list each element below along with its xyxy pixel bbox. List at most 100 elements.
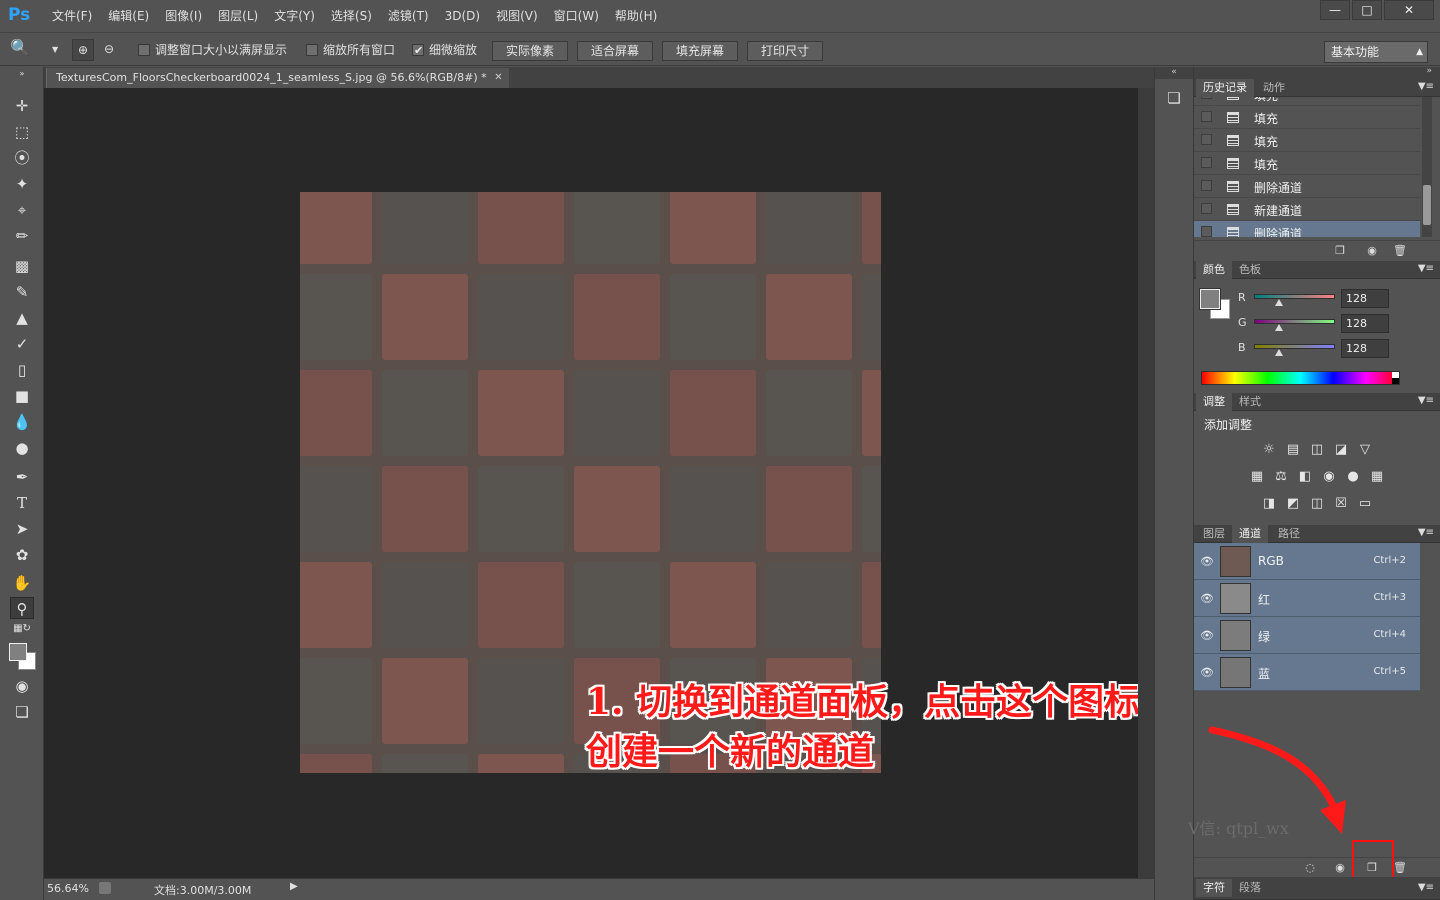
fit-screen-button[interactable]: 适合屏幕	[577, 41, 653, 61]
history-brush-tool-icon[interactable]: ✓	[10, 333, 34, 355]
list-item[interactable]: 删除通道	[1194, 175, 1420, 198]
lasso-tool-icon[interactable]: ⦿	[10, 147, 34, 169]
history-snapshot-checkbox[interactable]	[1201, 134, 1212, 145]
history-snapshot-checkbox[interactable]	[1201, 111, 1212, 122]
maximize-icon[interactable]: □	[1352, 0, 1382, 20]
close-tab-icon[interactable]: ✕	[494, 68, 502, 88]
black-white-icon[interactable]: ◧	[1297, 468, 1314, 485]
vertical-scrollbar[interactable]	[1138, 88, 1154, 878]
dock-expand-icon[interactable]: «	[1155, 67, 1193, 79]
visibility-eye-icon[interactable]: 👁	[1200, 592, 1214, 605]
list-item[interactable]: 删除通道	[1194, 221, 1420, 237]
tab-layers[interactable]: 图层	[1196, 525, 1232, 543]
channel-row-blue[interactable]: 👁 蓝 Ctrl+5	[1194, 654, 1420, 691]
threshold-icon[interactable]: ◫	[1309, 495, 1326, 512]
history-snapshot-checkbox[interactable]	[1201, 97, 1212, 99]
camera-snapshot-icon[interactable]: ◉	[1364, 244, 1380, 258]
visibility-eye-icon[interactable]: 👁	[1200, 555, 1214, 568]
menu-3d[interactable]: 3D(D)	[437, 0, 488, 32]
list-item[interactable]: 新建通道	[1194, 198, 1420, 221]
panel-menu-icon[interactable]: ▼≡	[1418, 882, 1434, 893]
panel-menu-icon[interactable]: ▼≡	[1418, 527, 1434, 538]
list-item[interactable]: 填充	[1194, 97, 1420, 106]
visibility-eye-icon[interactable]: 👁	[1200, 666, 1214, 679]
green-track[interactable]	[1254, 319, 1335, 324]
trash-icon[interactable]: 🗑	[1392, 244, 1408, 258]
menu-layer[interactable]: 图层(L)	[210, 0, 266, 32]
blue-value-field[interactable]: 128	[1341, 339, 1389, 358]
zoom-all-check[interactable]	[306, 44, 318, 56]
menu-file[interactable]: 文件(F)	[44, 0, 100, 32]
menu-filter[interactable]: 滤镜(T)	[380, 0, 437, 32]
blue-slider[interactable]: B 128	[1238, 339, 1434, 359]
vibrance-icon[interactable]: ▽	[1357, 441, 1374, 458]
status-menu-arrow-icon[interactable]: ▶	[290, 881, 298, 892]
tool-preset-dropdown-icon[interactable]: ▼	[52, 40, 58, 60]
panel-menu-icon[interactable]: ▼≡	[1418, 81, 1434, 92]
quick-mask-icon[interactable]: ◉	[10, 675, 34, 697]
scrubby-zoom-check[interactable]	[412, 41, 424, 61]
menu-image[interactable]: 图像(I)	[157, 0, 210, 32]
tab-channels[interactable]: 通道	[1232, 525, 1268, 543]
selective-color-icon[interactable]: ☒	[1333, 495, 1350, 512]
blur-tool-icon[interactable]: 💧	[10, 411, 34, 433]
clone-stamp-tool-icon[interactable]: ▲	[10, 307, 34, 329]
new-document-from-state-icon[interactable]: ❐	[1332, 244, 1348, 258]
marquee-tool-icon[interactable]: ⬚	[10, 121, 34, 143]
green-value-field[interactable]: 128	[1341, 314, 1389, 333]
channel-row-rgb[interactable]: 👁 RGB Ctrl+2	[1194, 543, 1420, 580]
screen-mode-icon[interactable]: ❏	[10, 701, 34, 723]
red-thumb[interactable]	[1275, 299, 1283, 306]
healing-brush-tool-icon[interactable]: ▩	[10, 255, 34, 277]
3d-panel-icon[interactable]: ❏	[1163, 89, 1185, 111]
actual-pixels-button[interactable]: 实际像素	[492, 41, 568, 61]
menu-edit[interactable]: 编辑(E)	[100, 0, 157, 32]
zoom-out-icon[interactable]: ⊖	[98, 39, 120, 61]
channel-row-green[interactable]: 👁 绿 Ctrl+4	[1194, 617, 1420, 654]
menu-type[interactable]: 文字(Y)	[266, 0, 323, 32]
list-item[interactable]: 填充	[1194, 106, 1420, 129]
history-scrollbar[interactable]	[1422, 97, 1432, 237]
brush-tool-icon[interactable]: ✎	[10, 281, 34, 303]
menu-view[interactable]: 视图(V)	[488, 0, 546, 32]
green-thumb[interactable]	[1275, 324, 1283, 331]
posterize-icon[interactable]: ◩	[1285, 495, 1302, 512]
foreground-color-swatch[interactable]	[1199, 288, 1221, 310]
history-scroll-thumb[interactable]	[1423, 185, 1431, 225]
red-value-field[interactable]: 128	[1341, 289, 1389, 308]
resize-windows-checkbox[interactable]: 调整窗口大小以满屏显示	[138, 40, 287, 60]
close-icon[interactable]: ✕	[1384, 0, 1434, 20]
panel-menu-icon[interactable]: ▼≡	[1418, 395, 1434, 406]
load-channel-selection-icon[interactable]: ◌	[1302, 861, 1318, 875]
menu-help[interactable]: 帮助(H)	[607, 0, 665, 32]
gradient-map-icon[interactable]: ▭	[1357, 495, 1374, 512]
zoom-in-icon[interactable]: ⊕	[72, 39, 94, 61]
levels-icon[interactable]: ▤	[1285, 441, 1302, 458]
panels-collapse-icon[interactable]: »	[1426, 66, 1432, 76]
list-item[interactable]: 填充	[1194, 152, 1420, 175]
red-slider[interactable]: R 128	[1238, 289, 1434, 309]
hand-tool-icon[interactable]: ✋	[10, 572, 34, 594]
move-tool-icon[interactable]: ✛	[10, 95, 34, 117]
channel-row-red[interactable]: 👁 红 Ctrl+3	[1194, 580, 1420, 617]
tab-styles[interactable]: 样式	[1232, 393, 1268, 411]
dodge-tool-icon[interactable]: ●	[10, 437, 34, 459]
tab-swatches[interactable]: 色板	[1232, 261, 1268, 279]
type-tool-icon[interactable]: T	[10, 492, 34, 514]
eyedropper-tool-icon[interactable]: ✏	[10, 225, 34, 247]
zoom-tool-icon[interactable]: ⚲	[10, 597, 34, 619]
zoom-tool-icon[interactable]: 🔍	[10, 38, 30, 58]
blue-track[interactable]	[1254, 344, 1335, 349]
history-snapshot-checkbox[interactable]	[1201, 180, 1212, 191]
exposure-icon[interactable]: ◪	[1333, 441, 1350, 458]
brightness-icon[interactable]: ☼	[1261, 441, 1278, 458]
zoom-level[interactable]: 56.64%	[47, 882, 89, 895]
history-snapshot-checkbox[interactable]	[1201, 157, 1212, 168]
custom-shape-tool-icon[interactable]: ✿	[10, 544, 34, 566]
color-lookup-icon[interactable]: ▦	[1369, 468, 1386, 485]
workspace-select[interactable]: 基本功能 ▲	[1324, 41, 1428, 63]
gradient-tool-icon[interactable]: ■	[10, 385, 34, 407]
history-snapshot-checkbox[interactable]	[1201, 203, 1212, 214]
scrubby-zoom-checkbox[interactable]: 细微缩放	[412, 40, 477, 61]
fill-screen-button[interactable]: 填充屏幕	[662, 41, 738, 61]
